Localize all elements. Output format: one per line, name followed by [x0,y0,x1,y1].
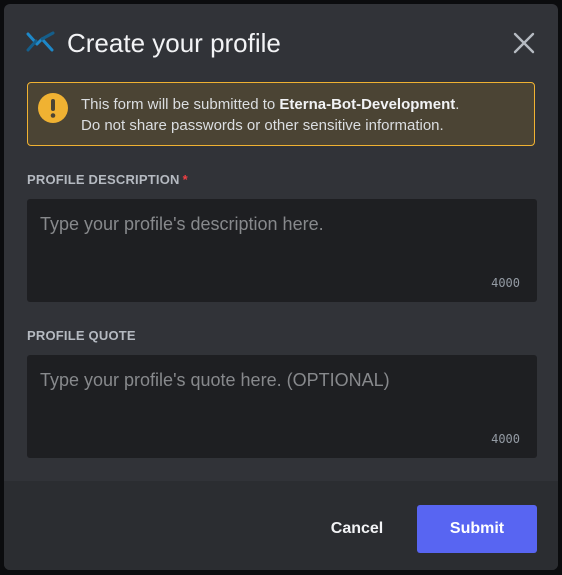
modal-header: Create your profile [4,4,558,82]
close-icon[interactable] [512,31,536,55]
profile-description-label-text: PROFILE DESCRIPTION [27,172,180,187]
warning-prefix: This form will be submitted to [81,96,280,113]
modal-footer: Cancel Submit [4,481,558,570]
profile-quote-label: PROFILE QUOTE [27,328,136,343]
bot-app-icon [26,30,56,54]
profile-quote-input[interactable] [27,355,537,458]
exclamation-icon [38,93,68,123]
create-profile-modal: Create your profile This form will be su… [4,4,558,570]
profile-description-field-wrap: 4000 [27,199,537,302]
warning-suffix: . [455,96,460,113]
modal-title: Create your profile [67,28,281,58]
profile-quote-label-text: PROFILE QUOTE [27,328,136,343]
profile-description-input[interactable] [27,199,537,302]
warning-app-name: Eterna-Bot-Development [279,96,456,113]
required-asterisk: * [182,172,188,187]
profile-description-label: PROFILE DESCRIPTION * [27,172,188,187]
warning-line2: Do not share passwords or other sensitiv… [81,117,444,134]
warning-notice: This form will be submitted to Eterna-Bo… [27,82,535,146]
profile-description-char-counter: 4000 [491,276,520,290]
cancel-button[interactable]: Cancel [310,505,404,553]
warning-text: This form will be submitted to Eterna-Bo… [81,94,524,136]
submit-button[interactable]: Submit [417,505,537,553]
profile-quote-field-wrap: 4000 [27,355,537,458]
profile-quote-char-counter: 4000 [491,432,520,446]
